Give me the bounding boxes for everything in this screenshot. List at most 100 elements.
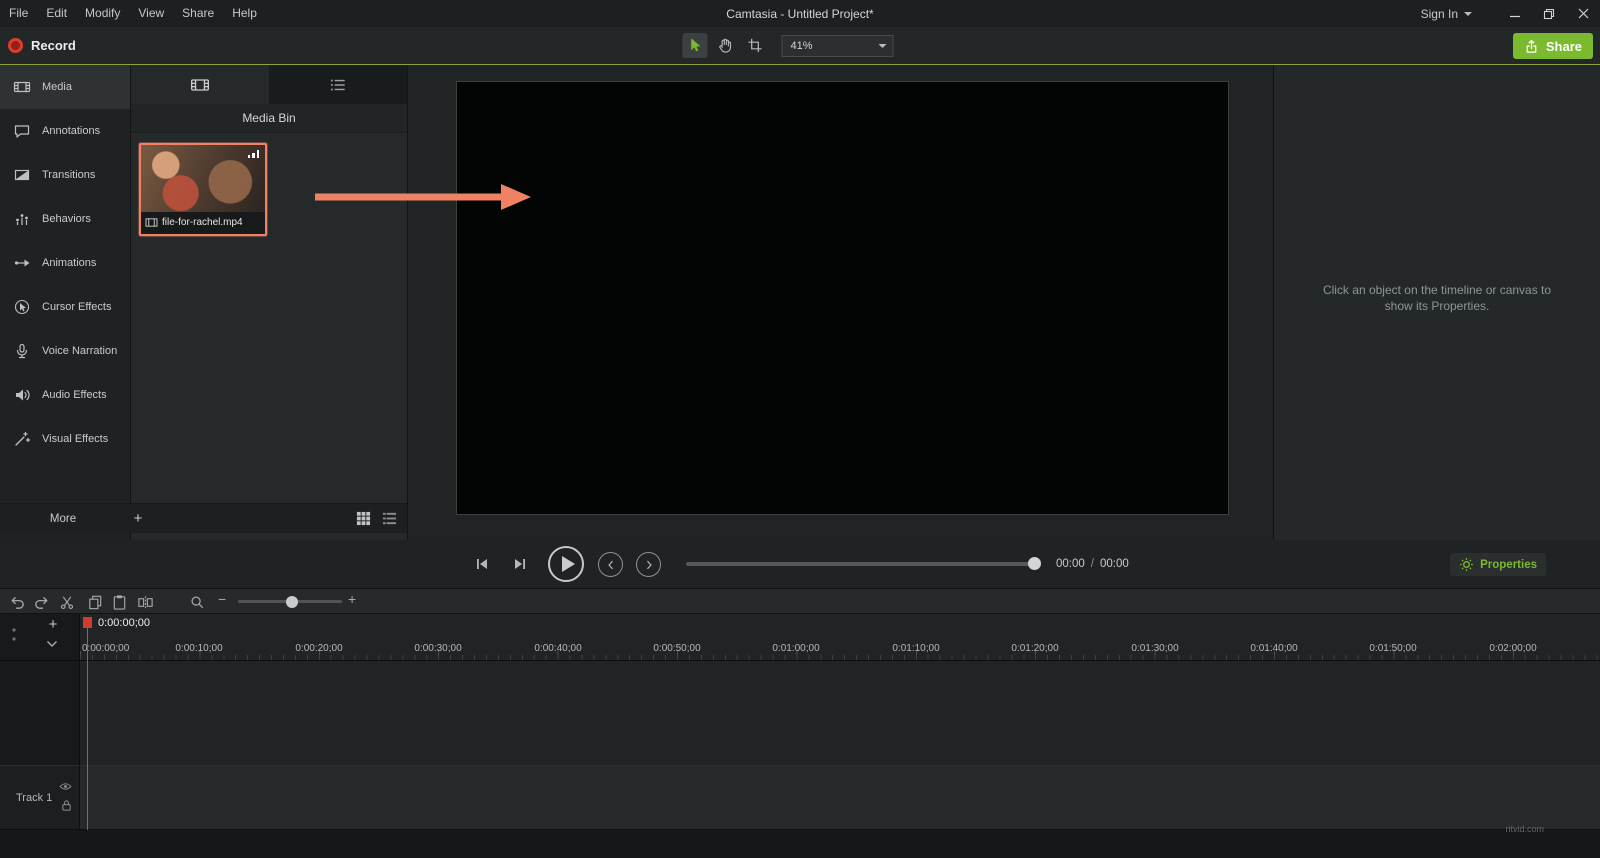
media-bin-panel: Media Bin file-for-rachel.mp4: [130, 65, 407, 540]
preview-canvas[interactable]: [456, 81, 1229, 515]
pan-tool-button[interactable]: [713, 33, 738, 58]
speaker-icon: [13, 386, 31, 404]
cursor-icon: [691, 38, 701, 52]
track-header: Track 1: [0, 765, 80, 830]
timeline-handle-icon[interactable]: [10, 626, 18, 644]
menu-modify[interactable]: Modify: [76, 0, 129, 27]
paste-button[interactable]: [110, 593, 128, 611]
sidebar-item-behaviors[interactable]: Behaviors: [0, 197, 130, 241]
restore-button[interactable]: [1532, 0, 1566, 27]
minimize-button[interactable]: [1498, 0, 1532, 27]
edit-cursor-tool-button[interactable]: [682, 33, 708, 58]
properties-toggle-button[interactable]: Properties: [1450, 553, 1546, 576]
track-lane[interactable]: [80, 765, 1600, 830]
add-media-button[interactable]: +: [126, 510, 150, 527]
timeline-zoom-slider[interactable]: [238, 595, 342, 608]
timeline-zoom-knob[interactable]: [286, 595, 298, 608]
seek-slider-knob[interactable]: [1028, 557, 1041, 570]
properties-panel: Click an object on the timeline or canva…: [1273, 65, 1600, 540]
split-icon: [137, 595, 153, 609]
magnifier-icon: [191, 596, 204, 609]
next-frame-button[interactable]: [508, 553, 532, 575]
menu-file[interactable]: File: [0, 0, 37, 27]
media-item-selected[interactable]: file-for-rachel.mp4: [139, 143, 267, 236]
media-filename: file-for-rachel.mp4: [162, 216, 243, 228]
previous-frame-button[interactable]: [470, 553, 494, 575]
close-button[interactable]: [1566, 0, 1600, 27]
jump-forward-button[interactable]: [636, 552, 661, 577]
sidebar-item-label: Voice Narration: [42, 345, 118, 357]
record-button[interactable]: Record: [8, 27, 76, 64]
time-separator: /: [1090, 558, 1094, 570]
share-label: Share: [1545, 38, 1582, 54]
track-name: Track 1: [16, 792, 53, 804]
panel-bottom-bar: More +: [0, 503, 407, 533]
tutorial-arrow: [315, 183, 531, 211]
sidebar-item-transitions[interactable]: Transitions: [0, 153, 130, 197]
playhead-line: [87, 628, 88, 830]
sidebar-item-visual-effects[interactable]: Visual Effects: [0, 417, 130, 461]
share-button[interactable]: Share: [1512, 33, 1593, 59]
playhead-time: 0:00:00;00: [98, 617, 150, 629]
add-track-button[interactable]: +: [44, 616, 62, 634]
track-visibility-toggle[interactable]: [59, 782, 72, 791]
filmstrip-icon: [13, 78, 31, 96]
time-display: 00:00 / 00:00: [1056, 540, 1129, 588]
sidebar-item-media[interactable]: Media: [0, 65, 130, 109]
cut-button[interactable]: [58, 593, 76, 611]
menu-help[interactable]: Help: [223, 0, 266, 27]
track-collapse-button[interactable]: [46, 640, 58, 648]
transition-icon: [13, 166, 31, 184]
ruler-divider: [0, 660, 1600, 661]
copy-button[interactable]: [86, 593, 104, 611]
canvas-zoom-dropdown[interactable]: 41%: [781, 34, 894, 57]
redo-button[interactable]: [32, 593, 50, 611]
split-button[interactable]: [136, 593, 154, 611]
share-icon: [1526, 39, 1537, 53]
playhead-handle[interactable]: [83, 617, 92, 628]
play-button[interactable]: [548, 546, 584, 582]
window-title: Camtasia - Untitled Project*: [726, 6, 874, 21]
tab-media-bin[interactable]: [131, 65, 269, 104]
seek-slider[interactable]: [686, 557, 1041, 570]
main-toolbar: Record 41% Share: [0, 27, 1600, 65]
crop-tool-button[interactable]: [743, 33, 768, 58]
timeline-toolbar: − +: [0, 588, 1600, 614]
sidebar-item-animations[interactable]: Animations: [0, 241, 130, 285]
sidebar-item-label: Visual Effects: [42, 433, 109, 445]
chevron-down-icon: [873, 43, 893, 48]
menu-view[interactable]: View: [129, 0, 173, 27]
timeline-zoom-out-button[interactable]: −: [218, 591, 226, 607]
sidebar-item-voice-narration[interactable]: Voice Narration: [0, 329, 130, 373]
tab-library[interactable]: [269, 65, 407, 104]
timeline-zoom-button[interactable]: [188, 593, 206, 611]
current-time: 00:00: [1056, 558, 1085, 570]
sidebar-item-annotations[interactable]: Annotations: [0, 109, 130, 153]
menu-edit[interactable]: Edit: [37, 0, 76, 27]
behaviors-icon: [13, 210, 31, 228]
sidebar-item-cursor-effects[interactable]: Cursor Effects: [0, 285, 130, 329]
jump-back-button[interactable]: [598, 552, 623, 577]
list-view-icon[interactable]: [382, 511, 397, 526]
grid-view-icon[interactable]: [356, 511, 371, 526]
crop-icon: [748, 38, 762, 53]
undo-button[interactable]: [8, 593, 26, 611]
cursor-effects-icon: [13, 298, 31, 316]
sidebar-item-label: Behaviors: [42, 213, 91, 225]
menu-share[interactable]: Share: [173, 0, 223, 27]
close-icon: [1578, 8, 1588, 19]
more-tools-button[interactable]: More: [0, 513, 126, 525]
track-lock-toggle[interactable]: [61, 799, 72, 812]
stage-area: [407, 65, 1273, 540]
timeline-zoom-in-button[interactable]: +: [348, 591, 356, 607]
playback-controls: 00:00 / 00:00 Properties: [0, 540, 1600, 588]
record-label: Record: [31, 38, 76, 53]
undo-icon: [11, 596, 24, 609]
microphone-icon: [13, 342, 31, 360]
record-icon: [8, 38, 23, 53]
timeline-bottom-strip: [0, 830, 1600, 858]
sign-in-button[interactable]: Sign In: [1421, 7, 1472, 21]
sidebar-item-audio-effects[interactable]: Audio Effects: [0, 373, 130, 417]
timeline: + 0:00:00;00 0:00:00;00 0:00:10;00 0:00:…: [0, 614, 1600, 858]
previous-frame-icon: [477, 559, 487, 569]
